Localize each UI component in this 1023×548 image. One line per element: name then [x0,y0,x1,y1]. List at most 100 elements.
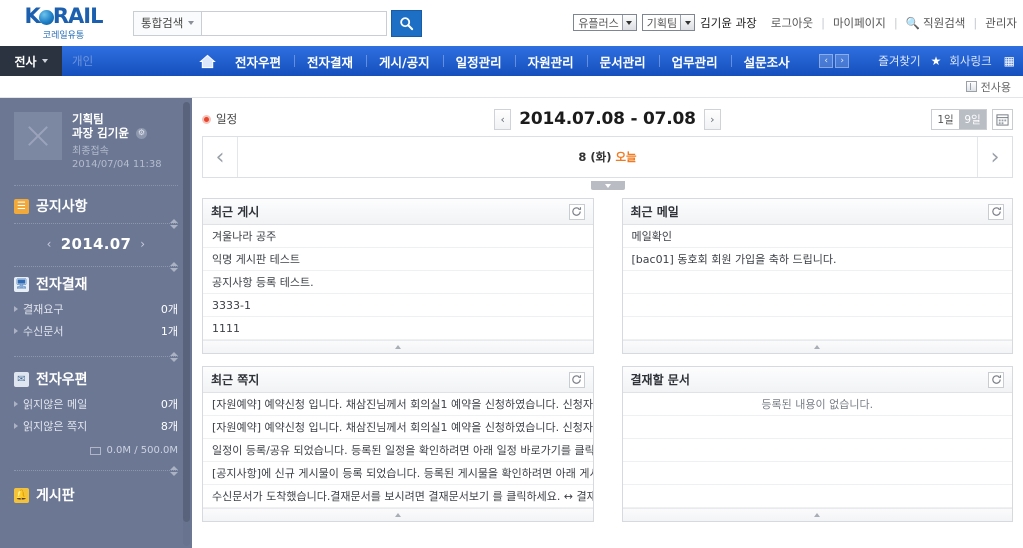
nav-next-button[interactable]: › [835,54,850,68]
month-prev-button[interactable]: ‹ [47,237,52,251]
grid-icon[interactable]: ▦ [1004,54,1015,68]
nav-item-schedule[interactable]: 일정관리 [442,46,515,76]
search-category-select[interactable]: 통합검색 [133,10,203,36]
logo-text-post: RAIL [52,3,104,28]
date-prev-button[interactable]: ‹ [494,108,512,130]
list-item[interactable]: 메일확인 [622,225,1012,248]
month-next-button[interactable]: › [140,237,145,251]
list-item[interactable]: 공지사항 등록 테스트. [203,271,593,294]
panel-body: 겨울나라 공주 익명 게시판 테스트 공지사항 등록 테스트. 3333-1 1… [203,225,593,340]
view-day-button[interactable]: 1일 [932,109,959,129]
scope-selector-corporate[interactable]: 전사 [0,46,62,76]
panel-collapse-button[interactable] [203,340,593,353]
board-icon: 🔔 [14,487,29,503]
nav-item-email[interactable]: 전자우편 [222,46,294,76]
day-prev-button[interactable]: ‹ [203,137,237,177]
gear-icon[interactable]: ⚙ [135,127,147,139]
sidebar-section-notice-label: 공지사항 [36,199,88,215]
nav-prev-button[interactable]: ‹ [819,54,834,68]
admin-link[interactable]: 관리자 [985,15,1017,31]
panel-approval-docs: 결재할 문서 등록된 내용이 없습니다. [621,366,1013,522]
panel-header: 결재할 문서 [622,367,1012,393]
list-item[interactable]: 일정이 등록/공유 되었습니다. 등록된 일정을 확인하려면 아래 일정 바로가… [203,439,593,462]
sidebar-row-received-doc[interactable]: 수신문서 1개 [14,320,178,342]
home-button[interactable] [192,46,222,76]
email-scroll-spinner[interactable] [169,464,178,478]
sidebar-section-notice[interactable]: ☰ 공지사항 [14,196,178,216]
refresh-icon[interactable] [568,203,585,220]
sidebar-row-unread-note[interactable]: 읽지않은 쪽지 8개 [14,415,178,437]
sub-strip: 전사용 [0,76,1023,98]
list-item[interactable]: 겨울나라 공주 [203,225,593,248]
layout-icon [965,81,977,92]
nav-item-approval[interactable]: 전자결재 [294,46,366,76]
refresh-icon[interactable] [988,371,1004,388]
logout-link[interactable]: 로그아웃 [771,15,813,31]
search-input[interactable] [202,10,388,36]
team-select[interactable]: 기획팀 [641,14,696,31]
day-next-button[interactable]: › [978,137,1012,177]
search-button[interactable] [391,9,423,37]
dashboard-panels: 최근 게시 겨울나라 공주 익명 게시판 테스트 공지사항 등록 테스트. 33 [202,198,1013,534]
list-item[interactable]: 익명 게시판 테스트 [203,248,593,271]
panel-header: 최근 메일 [622,199,1012,225]
korail-logo[interactable]: K RAIL 코레일유통 [6,1,121,45]
favorites-link[interactable]: 즐겨찾기 [878,53,920,69]
approval-scroll-spinner[interactable] [169,350,178,364]
nav-item-survey[interactable]: 설문조사 [730,46,803,76]
empty-state-message: 등록된 내용이 없습니다. [622,393,1012,416]
month-value: 2014.07 [60,235,132,253]
nav-item-board-notice[interactable]: 게시/공지 [366,46,443,76]
star-icon[interactable]: ★ [931,54,942,68]
list-item[interactable]: 3333-1 [203,294,593,317]
list-item[interactable]: [공지사항]에 신규 게시물이 등록 되었습니다. 등록된 게시물을 확인하려면… [203,462,593,485]
notice-scroll-spinner[interactable] [169,217,178,231]
user-name: 과장 김기윤 [72,126,129,140]
date-next-button[interactable]: › [703,108,721,130]
search-icon: 🔍 [905,15,921,30]
company-select[interactable]: 유플러스 [573,14,637,31]
logo-text-pre: K [24,3,41,28]
nav-right-tools: ‹ › 즐겨찾기 ★ 회사링크 ▦ [818,46,1023,76]
sidebar-section-email[interactable]: ✉ 전자우편 [14,369,178,389]
company-link[interactable]: 회사링크 [949,53,991,69]
sidebar-section-board-label: 게시판 [36,488,75,504]
scope-personal-label[interactable]: 개인 [62,46,192,76]
list-item[interactable]: [bac01] 동호회 회원 가입을 축하 드립니다. [622,248,1012,271]
corporate-view-toggle[interactable]: 전사용 [965,79,1011,95]
list-item [622,485,1012,508]
list-item [622,416,1012,439]
list-item[interactable]: 수신문서가 도착했습니다.결재문서를 보시려면 결재문서보기 를 클릭하세요. … [203,485,593,508]
list-item[interactable]: 1111 [203,317,593,340]
calendar-picker-button[interactable] [992,108,1013,130]
mypage-link[interactable]: 마이페이지 [833,15,886,31]
sidebar-row-unread-mail[interactable]: 읽지않은 메일 0개 [14,393,178,415]
panel-collapse-button[interactable] [622,340,1012,353]
list-item[interactable]: [자원예약] 예약신청 입니다. 채삼진님께서 회의실1 예약을 신청하였습니다… [203,416,593,439]
nav-item-document[interactable]: 문서관리 [586,46,659,76]
sidebar-section-approval[interactable]: 🖥 전자결재 [14,274,178,294]
sidebar-section-board[interactable]: 🔔 게시판 [14,485,178,505]
list-item[interactable]: [자원예약] 예약신청 입니다. 채삼진님께서 회의실1 예약을 신청하였습니다… [203,393,593,416]
sidebar-row-approval-request[interactable]: 결재요구 0개 [14,298,178,320]
staff-search-link[interactable]: 직원검색 [923,15,965,31]
bullet-icon [14,306,18,312]
sidebar-row-label: 결재요구 [23,303,64,316]
top-bar: K RAIL 코레일유통 통합검색 유플러스 기획팀 김기윤 과장 로그아웃 | … [0,0,1023,46]
refresh-icon[interactable] [568,371,585,388]
panel-title: 최근 메일 [630,205,679,219]
sidebar-scrollbar-thumb[interactable] [183,102,190,522]
logo-subtitle: 코레일유통 [42,30,85,41]
nav-item-resource[interactable]: 자원관리 [514,46,587,76]
month-scroll-spinner[interactable] [169,260,178,274]
collapse-schedule-button[interactable] [590,181,625,190]
day-center[interactable]: 8 (화) 오늘 [237,137,978,177]
list-item [622,294,1012,317]
panel-collapse-button[interactable] [203,508,593,521]
panel-header: 최근 쪽지 [203,367,593,393]
refresh-icon[interactable] [988,203,1004,220]
nav-item-task[interactable]: 업무관리 [658,46,731,76]
view-multiday-button[interactable]: 9일 [959,109,986,129]
sidebar-section-email-label: 전자우편 [36,372,88,388]
panel-collapse-button[interactable] [622,508,1012,521]
